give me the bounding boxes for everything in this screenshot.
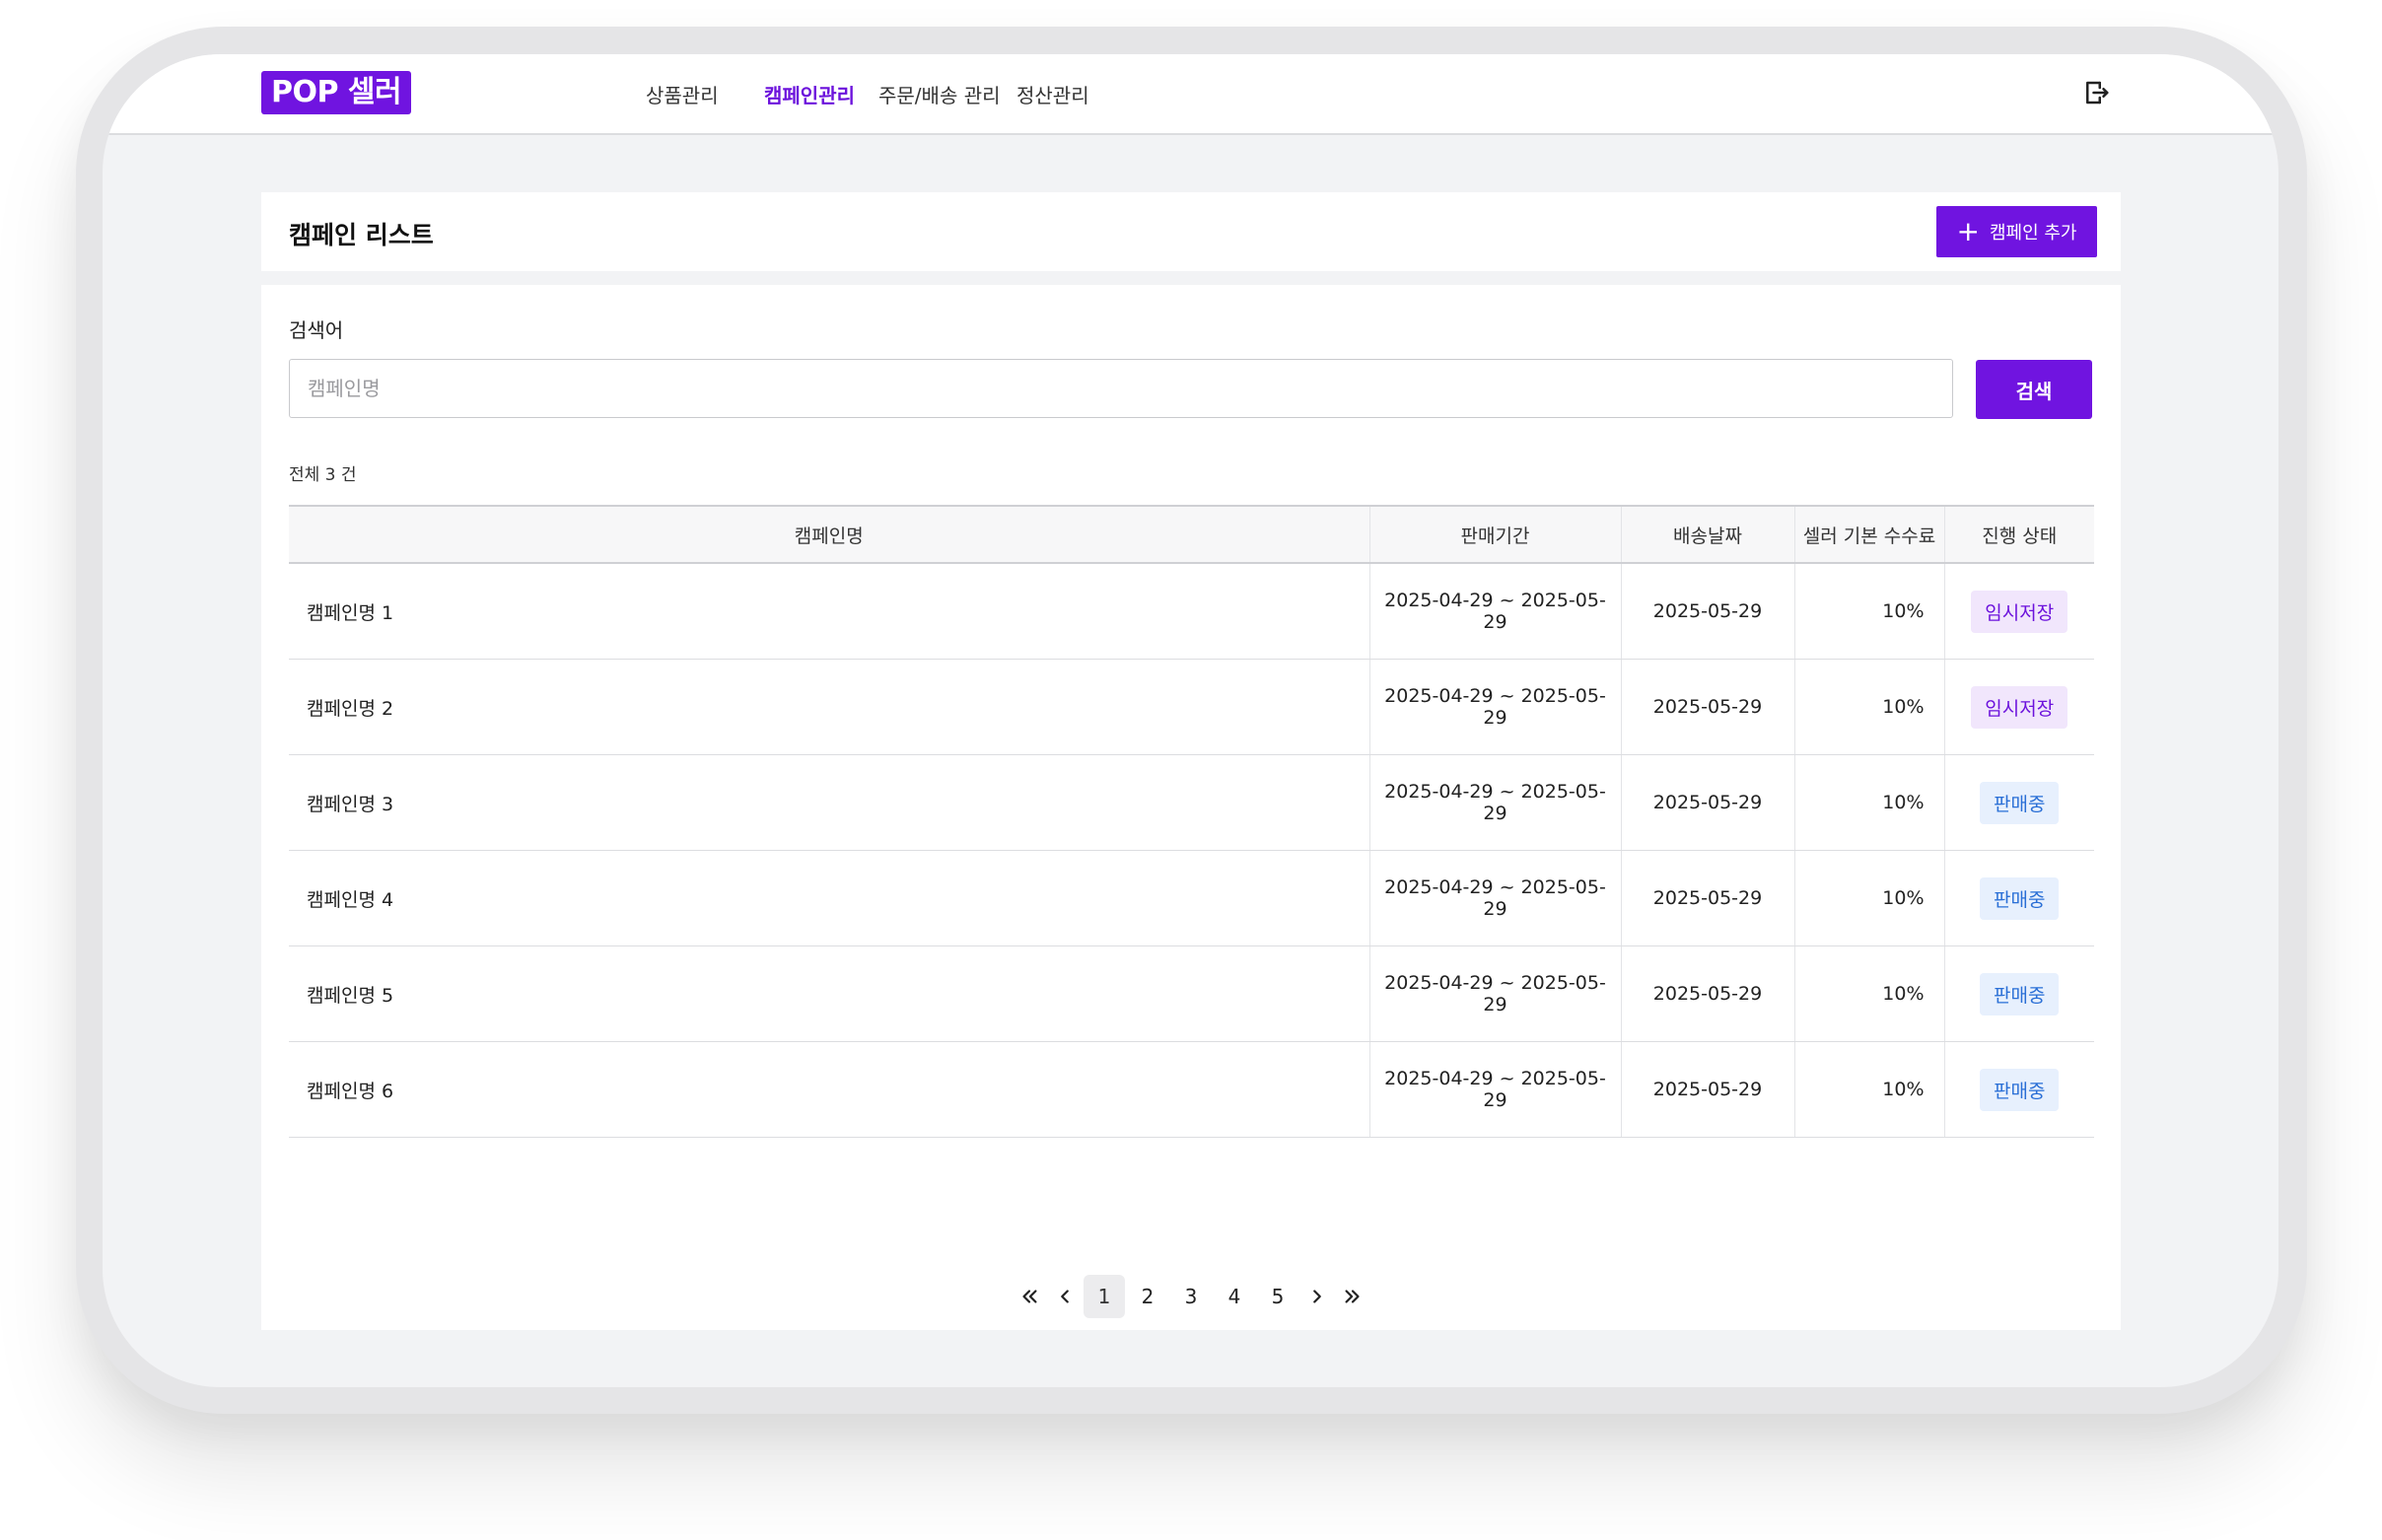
campaign-table: 캠페인명 판매기간 배송날짜 셀러 기본 수수료 진행 상태 캠페인명 1 20… [289,505,2094,1138]
status-badge: 판매중 [1980,1068,2060,1111]
cell-campaign-name[interactable]: 캠페인명 2 [289,659,1369,755]
column-header-fee[interactable]: 셀러 기본 수수료 [1793,505,1944,564]
status-badge: 임시저장 [1971,685,2068,729]
status-badge: 판매중 [1980,876,2060,920]
cell-period: 2025-04-29 ~ 2025-05-29 [1368,659,1621,755]
search-label: 검색어 [289,318,344,342]
cell-status: 판매중 [1943,754,2094,851]
cell-delivery-date: 2025-05-29 [1620,563,1794,660]
cell-period: 2025-04-29 ~ 2025-05-29 [1368,1041,1621,1138]
status-badge: 판매중 [1980,972,2060,1015]
cell-delivery-date: 2025-05-29 [1620,659,1794,755]
column-header-period[interactable]: 판매기간 [1368,505,1621,564]
nav-item-products[interactable]: 상품관리 [646,80,719,108]
page-button-1[interactable]: 1 [1084,1275,1125,1318]
column-header-status[interactable]: 진행 상태 [1943,505,2094,564]
add-campaign-label: 캠페인 추가 [1989,223,2077,244]
table-row[interactable]: 캠페인명 3 2025-04-29 ~ 2025-05-29 2025-05-2… [289,754,2094,851]
first-page-icon[interactable] [1013,1275,1046,1318]
page-button-3[interactable]: 3 [1170,1275,1212,1318]
cell-status: 판매중 [1943,945,2094,1042]
nav-item-orders-shipping[interactable]: 주문/배송 관리 [878,80,1001,108]
cell-status: 임시저장 [1943,563,2094,660]
plus-icon: + [1956,215,1980,247]
cell-campaign-name[interactable]: 캠페인명 4 [289,850,1369,946]
cell-period: 2025-04-29 ~ 2025-05-29 [1368,563,1621,660]
cell-fee: 10% [1793,1041,1944,1138]
column-header-name[interactable]: 캠페인명 [289,505,1369,564]
status-badge: 임시저장 [1971,590,2068,633]
logout-icon[interactable] [2081,78,2111,107]
search-input[interactable] [289,359,1953,418]
next-page-icon[interactable] [1300,1275,1334,1318]
cell-campaign-name[interactable]: 캠페인명 5 [289,945,1369,1042]
page-button-5[interactable]: 5 [1257,1275,1298,1318]
page-title: 캠페인 리스트 [289,221,434,249]
page-button-4[interactable]: 4 [1214,1275,1255,1318]
cell-fee: 10% [1793,945,1944,1042]
cell-status: 판매중 [1943,1041,2094,1138]
add-campaign-button[interactable]: + 캠페인 추가 [1936,206,2097,257]
cell-delivery-date: 2025-05-29 [1620,850,1794,946]
page-button-2[interactable]: 2 [1127,1275,1168,1318]
cell-fee: 10% [1793,563,1944,660]
cell-period: 2025-04-29 ~ 2025-05-29 [1368,850,1621,946]
app-screen: POP 셀러 상품관리 캠페인관리 주문/배송 관리 정산관리 캠페인 리스트 … [103,54,2278,1387]
cell-fee: 10% [1793,659,1944,755]
cell-status: 판매중 [1943,850,2094,946]
table-row[interactable]: 캠페인명 6 2025-04-29 ~ 2025-05-29 2025-05-2… [289,1041,2094,1138]
top-navigation-bar: POP 셀러 상품관리 캠페인관리 주문/배송 관리 정산관리 [103,54,2278,135]
cell-period: 2025-04-29 ~ 2025-05-29 [1368,754,1621,851]
table-row[interactable]: 캠페인명 5 2025-04-29 ~ 2025-05-29 2025-05-2… [289,945,2094,1042]
brand-logo[interactable]: POP 셀러 [261,71,412,114]
pagination: 1 2 3 4 5 [261,1275,2121,1318]
column-header-delivery-date[interactable]: 배송날짜 [1620,505,1794,564]
table-row[interactable]: 캠페인명 4 2025-04-29 ~ 2025-05-29 2025-05-2… [289,850,2094,946]
cell-campaign-name[interactable]: 캠페인명 1 [289,563,1369,660]
cell-fee: 10% [1793,850,1944,946]
search-button[interactable]: 검색 [1976,360,2092,419]
table-header-row: 캠페인명 판매기간 배송날짜 셀러 기본 수수료 진행 상태 [289,505,2094,564]
cell-period: 2025-04-29 ~ 2025-05-29 [1368,945,1621,1042]
table-row[interactable]: 캠페인명 2 2025-04-29 ~ 2025-05-29 2025-05-2… [289,659,2094,755]
page-header-panel: 캠페인 리스트 + 캠페인 추가 [261,192,2121,271]
cell-delivery-date: 2025-05-29 [1620,945,1794,1042]
last-page-icon[interactable] [1336,1275,1369,1318]
cell-campaign-name[interactable]: 캠페인명 3 [289,754,1369,851]
status-badge: 판매중 [1980,781,2060,824]
nav-item-settlement[interactable]: 정산관리 [1016,80,1089,108]
campaign-list-panel: 검색어 검색 전체 3 건 캠페인명 판매기간 배송날짜 셀러 기본 수수료 진… [261,285,2121,1330]
nav-item-campaigns[interactable]: 캠페인관리 [764,80,855,108]
cell-status: 임시저장 [1943,659,2094,755]
cell-campaign-name[interactable]: 캠페인명 6 [289,1041,1369,1138]
cell-fee: 10% [1793,754,1944,851]
cell-delivery-date: 2025-05-29 [1620,1041,1794,1138]
total-count: 전체 3 건 [289,465,357,485]
table-row[interactable]: 캠페인명 1 2025-04-29 ~ 2025-05-29 2025-05-2… [289,563,2094,660]
prev-page-icon[interactable] [1048,1275,1082,1318]
cell-delivery-date: 2025-05-29 [1620,754,1794,851]
